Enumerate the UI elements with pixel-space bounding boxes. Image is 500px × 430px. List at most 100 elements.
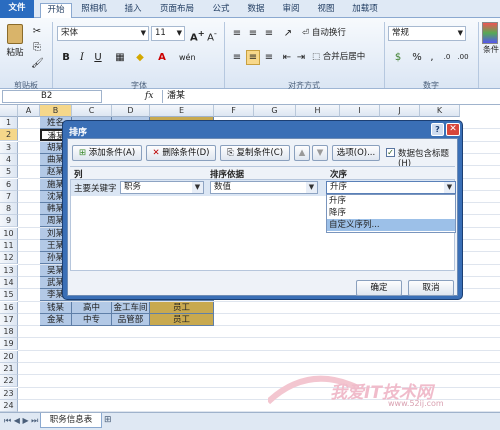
- row-header[interactable]: 6: [0, 178, 18, 191]
- phonetic-icon[interactable]: wén: [178, 50, 196, 65]
- font-name-select[interactable]: 宋体 ▼: [57, 26, 149, 41]
- tab-review[interactable]: 审阅: [278, 3, 304, 18]
- font-color-icon[interactable]: A: [154, 50, 170, 65]
- cut-icon[interactable]: ✂: [30, 24, 44, 39]
- align-top-icon[interactable]: ≡: [230, 26, 244, 41]
- row-header[interactable]: 2: [0, 129, 18, 142]
- table-cell[interactable]: 高中: [72, 301, 112, 314]
- row-header[interactable]: 13: [0, 264, 18, 277]
- table-cell[interactable]: 员工: [150, 313, 214, 326]
- tab-addins[interactable]: 加载项: [348, 3, 382, 18]
- align-bottom-icon[interactable]: ≡: [262, 26, 276, 41]
- move-down-button[interactable]: ▼: [312, 145, 328, 161]
- new-sheet-icon[interactable]: ⊞: [104, 415, 112, 425]
- table-cell[interactable]: 品管部: [112, 313, 150, 326]
- row-header[interactable]: 18: [0, 326, 18, 339]
- row-header[interactable]: 15: [0, 289, 18, 302]
- percent-icon[interactable]: %: [410, 50, 424, 65]
- outdent-icon[interactable]: ⇤: [280, 50, 294, 65]
- row-header[interactable]: 7: [0, 190, 18, 203]
- tab-home[interactable]: 开始: [40, 3, 72, 19]
- row-header[interactable]: 23: [0, 387, 18, 400]
- merge-center-button[interactable]: ⬚ 合并后居中: [312, 50, 365, 62]
- formula-input[interactable]: 潘某: [162, 90, 498, 103]
- tab-view[interactable]: 视图: [313, 3, 339, 18]
- row-header[interactable]: 4: [0, 153, 18, 166]
- row-header[interactable]: 22: [0, 375, 18, 388]
- tab-formulas[interactable]: 公式: [208, 3, 234, 18]
- bold-icon[interactable]: B: [60, 50, 72, 65]
- column-header[interactable]: C: [72, 105, 112, 117]
- tab-insert[interactable]: 插入: [120, 3, 146, 18]
- close-button[interactable]: ✕: [446, 123, 460, 136]
- copy-condition-button[interactable]: ⎘ 复制条件(C): [220, 145, 290, 161]
- row-header[interactable]: 12: [0, 252, 18, 265]
- column-header[interactable]: A: [18, 105, 40, 117]
- row-header[interactable]: 11: [0, 240, 18, 252]
- row-header[interactable]: 10: [0, 227, 18, 240]
- options-button[interactable]: 选项(O)...: [332, 145, 380, 161]
- column-header[interactable]: I: [340, 105, 380, 117]
- increase-decimal-icon[interactable]: .0: [440, 50, 454, 65]
- row-header[interactable]: 9: [0, 215, 18, 228]
- column-header[interactable]: E: [150, 105, 214, 117]
- table-cell[interactable]: 金某: [40, 313, 72, 326]
- add-condition-button[interactable]: ⊞ 添加条件(A): [72, 145, 142, 161]
- grow-font-icon[interactable]: A+: [189, 26, 205, 45]
- currency-icon[interactable]: $: [390, 50, 406, 65]
- column-header[interactable]: J: [380, 105, 420, 117]
- row-header[interactable]: 1: [0, 117, 18, 129]
- fill-color-icon[interactable]: ◆: [132, 50, 148, 65]
- cancel-button[interactable]: 取消: [408, 280, 454, 296]
- underline-icon[interactable]: U: [92, 50, 104, 65]
- copy-icon[interactable]: ⎘: [30, 40, 44, 55]
- decrease-decimal-icon[interactable]: .00: [456, 50, 470, 65]
- row-header[interactable]: 19: [0, 338, 18, 351]
- column-header[interactable]: G: [254, 105, 296, 117]
- column-select[interactable]: 职务 ▼: [120, 181, 204, 194]
- row-header[interactable]: 16: [0, 301, 18, 314]
- conditional-format-button[interactable]: 条件: [482, 22, 500, 55]
- row-header[interactable]: 21: [0, 363, 18, 375]
- column-header[interactable]: B: [40, 105, 72, 117]
- align-center-icon[interactable]: ≡: [246, 50, 260, 65]
- tab-data[interactable]: 数据: [243, 3, 269, 18]
- comma-icon[interactable]: ,: [426, 50, 438, 65]
- align-right-icon[interactable]: ≡: [262, 50, 276, 65]
- table-cell[interactable]: 金工车间: [112, 301, 150, 314]
- name-box[interactable]: B2: [2, 90, 102, 103]
- header-checkbox[interactable]: ✓: [386, 148, 395, 157]
- tab-file[interactable]: 文件: [0, 0, 34, 18]
- align-middle-icon[interactable]: ≡: [246, 26, 260, 41]
- column-header[interactable]: F: [214, 105, 254, 117]
- move-up-button[interactable]: ▲: [294, 145, 310, 161]
- table-cell[interactable]: 钱某: [40, 301, 72, 314]
- row-header[interactable]: 17: [0, 313, 18, 326]
- order-option-descending[interactable]: 降序: [327, 207, 455, 219]
- row-header[interactable]: 8: [0, 203, 18, 216]
- row-header[interactable]: 3: [0, 141, 18, 154]
- font-size-select[interactable]: 11 ▼: [151, 26, 185, 41]
- sort-basis-select[interactable]: 数值 ▼: [210, 181, 318, 194]
- sheet-nav-first-icon[interactable]: ⏮ ◀ ▶ ⏭: [4, 416, 38, 426]
- order-option-ascending[interactable]: 升序: [327, 195, 455, 207]
- orientation-icon[interactable]: ↗: [280, 26, 296, 41]
- column-header[interactable]: D: [112, 105, 150, 117]
- ok-button[interactable]: 确定: [356, 280, 402, 296]
- tab-camera[interactable]: 照相机: [78, 3, 110, 18]
- align-left-icon[interactable]: ≡: [230, 50, 244, 65]
- table-cell[interactable]: 员工: [150, 301, 214, 314]
- row-header[interactable]: 20: [0, 350, 18, 363]
- wrap-text-button[interactable]: ⏎ 自动换行: [302, 26, 346, 38]
- indent-icon[interactable]: ⇥: [294, 50, 308, 65]
- column-header[interactable]: K: [420, 105, 460, 117]
- table-cell[interactable]: 中专: [72, 313, 112, 326]
- shrink-font-icon[interactable]: A-: [205, 26, 219, 45]
- row-header[interactable]: 14: [0, 276, 18, 289]
- number-format-select[interactable]: 常规 ▼: [388, 26, 466, 41]
- sheet-tab[interactable]: 职务信息表: [40, 413, 102, 428]
- order-select[interactable]: 升序 ▼: [326, 181, 456, 194]
- tab-page-layout[interactable]: 页面布局: [155, 3, 199, 18]
- help-button[interactable]: ?: [431, 123, 444, 136]
- row-header[interactable]: 5: [0, 166, 18, 179]
